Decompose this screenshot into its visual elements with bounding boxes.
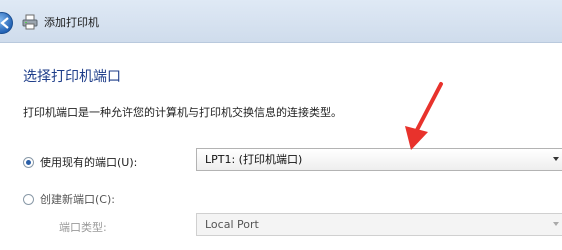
chevron-down-icon [553,157,559,161]
chevron-down-icon [553,222,559,226]
existing-port-value: LPT1: (打印机端口) [205,153,303,166]
create-new-port-label: 创建新端口(C): [40,193,115,206]
port-type-select[interactable]: Local Port [196,213,562,236]
back-arrow-icon [0,17,9,29]
existing-port-select[interactable]: LPT1: (打印机端口) [196,148,562,171]
use-existing-port-label: 使用现有的端口(U): [40,156,138,169]
title-bar: 添加打印机 [0,0,562,43]
page-description: 打印机端口是一种允许您的计算机与打印机交换信息的连接类型。 [23,106,342,119]
add-printer-window: 添加打印机 选择打印机端口 打印机端口是一种允许您的计算机与打印机交换信息的连接… [0,0,562,250]
create-new-port-radio[interactable] [23,193,34,205]
port-type-label: 端口类型: [59,221,107,234]
window-title: 添加打印机 [44,16,99,29]
back-button[interactable] [0,12,13,34]
printer-icon [22,14,38,30]
create-new-port-option[interactable]: 创建新端口(C): [23,191,115,207]
use-existing-port-option[interactable]: 使用现有的端口(U): [23,154,137,170]
use-existing-port-radio[interactable] [23,156,34,168]
red-arrow-icon [405,82,443,150]
port-type-value: Local Port [205,218,259,231]
page-heading: 选择打印机端口 [23,69,121,85]
